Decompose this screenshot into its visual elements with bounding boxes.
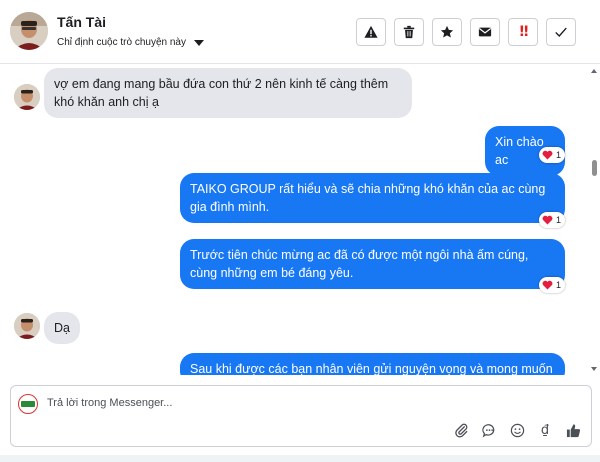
heart-icon — [542, 150, 553, 160]
reply-input[interactable] — [47, 397, 527, 409]
caret-down-icon — [193, 39, 204, 46]
page-avatar — [18, 394, 38, 414]
reply-composer: ₫ — [10, 385, 592, 447]
heart-icon — [542, 215, 553, 225]
reaction-count: 1 — [556, 215, 562, 225]
done-button[interactable] — [546, 18, 576, 46]
currency-icon[interactable]: ₫ — [537, 422, 553, 438]
outgoing-message[interactable]: Sau khi được các bạn nhân viên gửi nguyệ… — [180, 353, 565, 375]
incoming-message[interactable]: Dạ — [44, 312, 80, 344]
bottom-strip — [0, 455, 600, 462]
contact-avatar-small — [14, 84, 40, 110]
delete-button[interactable] — [394, 18, 424, 46]
warning-button[interactable] — [356, 18, 386, 46]
contact-avatar-small — [14, 313, 40, 339]
emoji-icon[interactable] — [509, 422, 525, 438]
scroll-down-arrow-icon[interactable] — [591, 367, 597, 371]
mail-button[interactable] — [470, 18, 500, 46]
heart-reaction[interactable]: 1 — [539, 212, 566, 228]
urgent-button[interactable]: !! — [508, 18, 538, 46]
contact-avatar[interactable] — [10, 12, 48, 50]
heart-icon — [542, 280, 553, 290]
message-thread[interactable]: vợ em đang mang bầu đứa con thứ 2 nên ki… — [0, 65, 600, 375]
composer-tools: ₫ — [453, 422, 581, 438]
incoming-message[interactable]: vợ em đang mang bầu đứa con thứ 2 nên ki… — [44, 68, 412, 118]
double-exclamation-icon: !! — [518, 24, 530, 40]
paperclip-icon[interactable] — [453, 422, 469, 438]
assign-conversation-dropdown[interactable]: Chỉ định cuộc trò chuyện này — [57, 37, 204, 48]
header-actions: !! — [356, 18, 576, 46]
heart-reaction[interactable]: 1 — [539, 147, 566, 163]
chat-bubble-icon[interactable] — [481, 422, 497, 438]
checkmark-icon — [555, 27, 567, 37]
reaction-count: 1 — [556, 150, 562, 160]
outgoing-message[interactable]: Trước tiên chúc mừng ac đã có được một n… — [180, 239, 565, 289]
messenger-inbox: Tấn Tài Chỉ định cuộc trò chuyện này !! — [0, 0, 600, 462]
message-scrollbar[interactable] — [588, 65, 600, 375]
conversation-header: Tấn Tài Chỉ định cuộc trò chuyện này !! — [0, 0, 600, 64]
thumbs-up-icon[interactable] — [565, 422, 581, 438]
warning-icon — [364, 25, 378, 38]
reaction-count: 1 — [556, 280, 562, 290]
envelope-icon — [478, 27, 492, 37]
star-button[interactable] — [432, 18, 462, 46]
trash-icon — [403, 25, 415, 39]
assign-label: Chỉ định cuộc trò chuyện này — [57, 37, 186, 48]
scroll-thumb[interactable] — [592, 160, 597, 176]
page-logo — [21, 401, 35, 407]
outgoing-message[interactable]: TAIKO GROUP rất hiểu và sẽ chia những kh… — [180, 173, 565, 223]
star-icon — [440, 25, 454, 38]
contact-name[interactable]: Tấn Tài — [57, 14, 106, 30]
heart-reaction[interactable]: 1 — [539, 277, 566, 293]
scroll-up-arrow-icon[interactable] — [591, 69, 597, 73]
